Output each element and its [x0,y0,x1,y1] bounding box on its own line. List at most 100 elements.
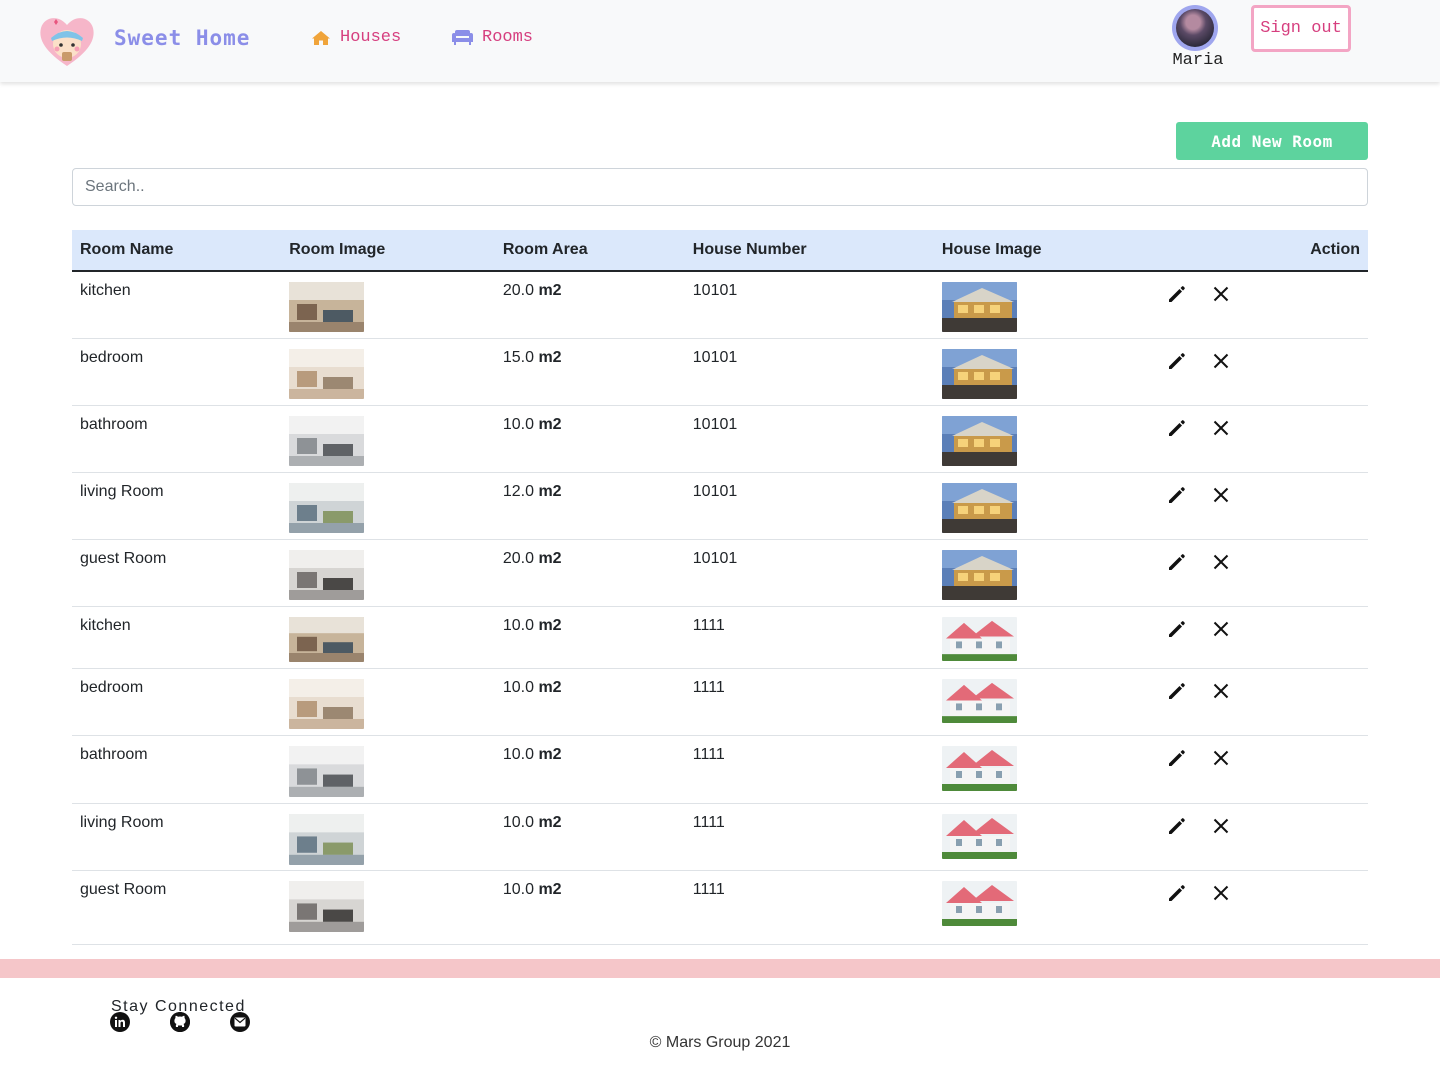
column-header-room-image: Room Image [281,230,495,272]
table-row: guest Room 10.0 m2 1111 [72,870,1368,945]
room-name-cell: kitchen [72,606,282,669]
pencil-icon[interactable] [1167,418,1187,438]
room-image[interactable] [289,549,487,600]
table-header-row: Room Name Room Image Room Area House Num… [72,230,1368,272]
close-icon[interactable] [1211,552,1231,572]
close-icon[interactable] [1211,816,1231,836]
pencil-icon[interactable] [1167,883,1187,903]
house-image-cell [933,472,1142,540]
room-area-value: 10.0 [502,616,534,634]
room-image-cell [281,338,495,406]
room-image[interactable] [289,348,487,399]
table-row: bedroom 15.0 m2 10101 [72,338,1368,406]
room-name: bedroom [80,348,144,366]
room-image[interactable] [289,745,487,797]
house-image[interactable] [941,415,1133,466]
table-row: kitchen 20.0 m2 10101 [72,271,1368,339]
house-number-cell: 1111 [684,870,934,945]
house-image-cell [933,803,1142,871]
room-name: bathroom [80,415,148,433]
room-area-value: 10.0 [502,415,534,433]
house-image[interactable] [941,482,1133,533]
room-name: kitchen [80,616,131,634]
house-number: 1111 [692,678,725,696]
copyright-text: © Mars Group 2021 [649,1034,791,1051]
room-name: guest Room [80,549,167,567]
avatar[interactable] [1172,5,1218,51]
house-image[interactable] [941,282,1133,332]
room-name-cell: living Room [72,472,282,540]
column-header-house-number: House Number [684,230,934,272]
house-number: 10101 [692,415,738,433]
pencil-icon[interactable] [1167,284,1187,304]
action-cell [1141,803,1368,871]
nav-rooms[interactable]: Rooms [452,28,533,47]
footer-divider [0,959,1440,978]
action-cell [1141,472,1368,540]
house-image[interactable] [941,880,1133,926]
pencil-icon[interactable] [1167,748,1187,768]
footer: Stay Connected © Mars Group 2021 [0,978,1440,1071]
close-icon[interactable] [1211,748,1231,768]
pencil-icon[interactable] [1167,619,1187,639]
close-icon[interactable] [1211,351,1231,371]
room-image[interactable] [289,482,487,533]
pencil-icon[interactable] [1167,485,1187,505]
sweet-home-logo-icon[interactable] [38,14,96,68]
linkedin-icon[interactable] [110,1012,130,1032]
room-area-value: 10.0 [502,813,534,831]
house-number-cell: 1111 [684,668,934,736]
room-image[interactable] [289,813,487,865]
house-image[interactable] [941,678,1133,723]
house-image[interactable] [941,549,1133,600]
room-image[interactable] [289,880,487,932]
github-icon[interactable] [170,1012,190,1032]
close-icon[interactable] [1211,418,1231,438]
nav-houses[interactable]: Houses [311,28,401,47]
room-area-unit: m2 [538,745,562,763]
room-image-cell [281,405,495,473]
room-name-cell: guest Room [72,539,282,607]
email-icon[interactable] [230,1012,250,1032]
nav-houses-label: Houses [340,28,402,47]
house-number-cell: 1111 [684,803,934,871]
room-image[interactable] [289,678,487,729]
table-row: kitchen 10.0 m2 1111 [72,606,1368,669]
room-area-value: 12.0 [502,482,534,500]
house-image[interactable] [941,813,1133,859]
action-cell [1141,606,1368,669]
table-row: bathroom 10.0 m2 1111 [72,735,1368,804]
add-new-room-button[interactable]: Add New Room [1176,122,1368,160]
room-area-value: 15.0 [502,348,534,366]
close-icon[interactable] [1211,485,1231,505]
room-image[interactable] [289,282,487,332]
close-icon[interactable] [1211,284,1231,304]
avatar-photo [1176,9,1214,47]
pencil-icon[interactable] [1167,552,1187,572]
close-icon[interactable] [1211,883,1231,903]
room-area-cell: 10.0 m2 [494,405,685,473]
house-number: 1111 [692,616,725,634]
pencil-icon[interactable] [1167,351,1187,371]
pencil-icon[interactable] [1167,681,1187,701]
search-input[interactable] [72,168,1368,206]
house-image[interactable] [941,616,1133,661]
room-area-unit: m2 [538,282,562,299]
close-icon[interactable] [1211,681,1231,701]
house-image[interactable] [941,745,1133,791]
house-image-cell [933,539,1142,607]
room-name: living Room [80,482,164,500]
room-area-cell: 10.0 m2 [494,803,685,871]
room-image[interactable] [289,415,487,466]
room-name-cell: bedroom [72,338,282,406]
table-row: bedroom 10.0 m2 1111 [72,668,1368,736]
column-header-room-name: Room Name [72,230,282,272]
room-area-unit: m2 [538,616,562,634]
pencil-icon[interactable] [1167,816,1187,836]
brand-name[interactable]: Sweet Home [114,26,250,50]
close-icon[interactable] [1211,619,1231,639]
sign-out-button[interactable]: Sign out [1251,5,1351,52]
house-image[interactable] [941,348,1133,399]
room-image[interactable] [289,616,487,662]
room-name-cell: bedroom [72,668,282,736]
